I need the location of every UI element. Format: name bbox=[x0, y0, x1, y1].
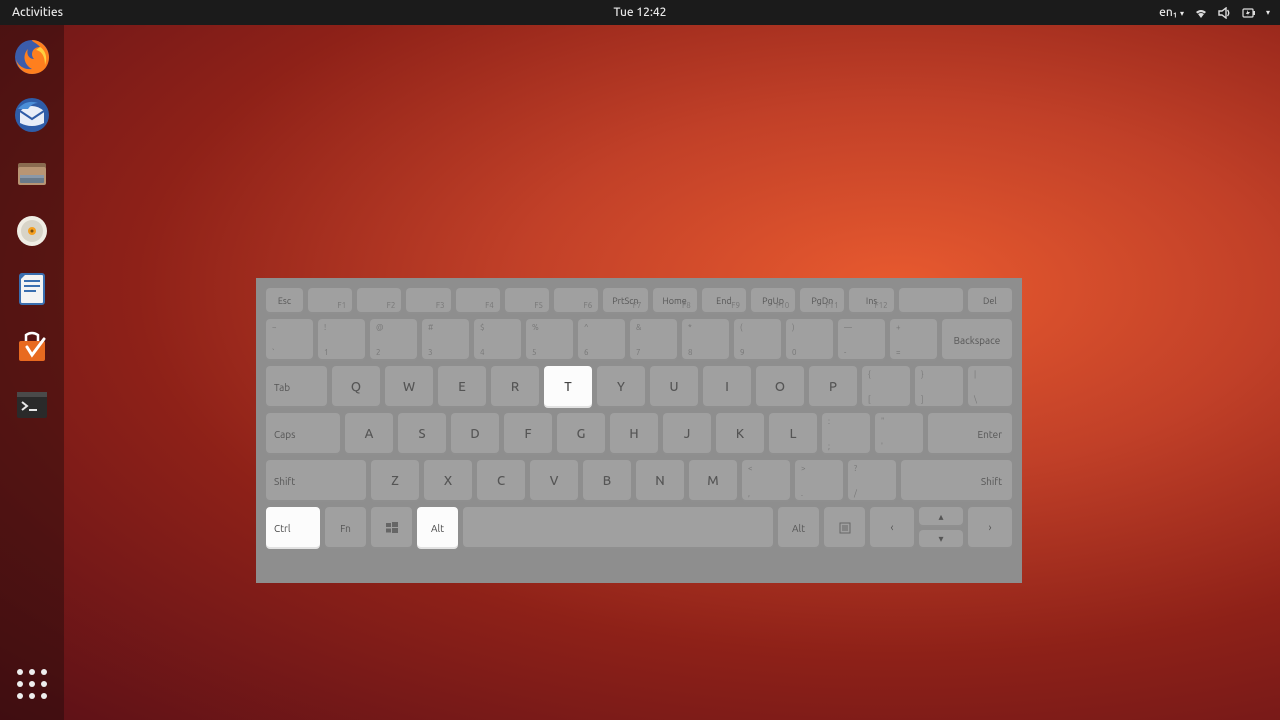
key-shift[interactable]: Shift bbox=[901, 460, 1012, 502]
dock bbox=[0, 25, 64, 720]
input-source[interactable]: en₁ ▾ bbox=[1159, 6, 1184, 19]
activities-button[interactable]: Activities bbox=[0, 6, 75, 19]
key-r[interactable]: R bbox=[491, 366, 539, 408]
key-del[interactable]: Del bbox=[968, 288, 1012, 314]
key-prtscn[interactable]: PrtScnF7 bbox=[603, 288, 647, 314]
key-backspace[interactable]: Backspace bbox=[942, 319, 1012, 361]
top-bar: Activities Tue 12:42 en₁ ▾ ▾ bbox=[0, 0, 1280, 25]
key-r0[interactable] bbox=[899, 288, 963, 314]
wifi-icon bbox=[1194, 7, 1208, 19]
dock-firefox[interactable] bbox=[10, 35, 54, 79]
key-5[interactable]: %5 bbox=[526, 319, 573, 361]
key-1[interactable]: !1 bbox=[318, 319, 365, 361]
key-end[interactable]: EndF9 bbox=[702, 288, 746, 314]
key-r5[interactable] bbox=[824, 507, 865, 549]
key-arrow-down[interactable]: ▾ bbox=[919, 530, 963, 550]
key-tab[interactable]: Tab bbox=[266, 366, 327, 408]
key-z[interactable]: Z bbox=[371, 460, 419, 502]
key-i[interactable]: I bbox=[703, 366, 751, 408]
key-pgup[interactable]: PgUpF10 bbox=[751, 288, 795, 314]
key-6[interactable]: ^6 bbox=[578, 319, 625, 361]
key-[interactable]: —- bbox=[838, 319, 885, 361]
battery-icon bbox=[1242, 7, 1256, 19]
key-7[interactable]: &7 bbox=[630, 319, 677, 361]
key-alt[interactable]: Alt bbox=[417, 507, 458, 549]
key-[interactable]: › bbox=[968, 507, 1012, 549]
dock-writer[interactable] bbox=[10, 267, 54, 311]
key-[interactable]: ‹ bbox=[870, 507, 914, 549]
key-s[interactable]: S bbox=[398, 413, 446, 455]
key-l[interactable]: L bbox=[769, 413, 817, 455]
key-y[interactable]: Y bbox=[597, 366, 645, 408]
key-e[interactable]: E bbox=[438, 366, 486, 408]
key-g[interactable]: G bbox=[557, 413, 605, 455]
key-n[interactable]: N bbox=[636, 460, 684, 502]
key-p[interactable]: P bbox=[809, 366, 857, 408]
key-fn[interactable]: Fn bbox=[325, 507, 366, 549]
key-r0[interactable]: F4 bbox=[456, 288, 500, 314]
key-shift[interactable]: Shift bbox=[266, 460, 366, 502]
clock[interactable]: Tue 12:42 bbox=[614, 6, 667, 19]
key-u[interactable]: U bbox=[650, 366, 698, 408]
key-r0[interactable]: F2 bbox=[357, 288, 401, 314]
key-pgdn[interactable]: PgDnF11 bbox=[800, 288, 844, 314]
key-[interactable]: }] bbox=[915, 366, 963, 408]
key-[interactable]: :; bbox=[822, 413, 870, 455]
key-a[interactable]: A bbox=[345, 413, 393, 455]
key-x[interactable]: X bbox=[424, 460, 472, 502]
key-alt[interactable]: Alt bbox=[778, 507, 819, 549]
key-f[interactable]: F bbox=[504, 413, 552, 455]
key-arrow-up[interactable]: ▴ bbox=[919, 507, 963, 527]
key-8[interactable]: *8 bbox=[682, 319, 729, 361]
key-[interactable]: {[ bbox=[862, 366, 910, 408]
key-[interactable]: "' bbox=[875, 413, 923, 455]
key-[interactable]: >. bbox=[795, 460, 843, 502]
key-[interactable]: += bbox=[890, 319, 937, 361]
status-area[interactable]: en₁ ▾ ▾ bbox=[1159, 6, 1280, 19]
key-q[interactable]: Q bbox=[332, 366, 380, 408]
key-k[interactable]: K bbox=[716, 413, 764, 455]
key-j[interactable]: J bbox=[663, 413, 711, 455]
key-r0[interactable]: F6 bbox=[554, 288, 598, 314]
chevron-down-icon: ▾ bbox=[1266, 8, 1270, 17]
dock-files[interactable] bbox=[10, 151, 54, 195]
key-3[interactable]: #3 bbox=[422, 319, 469, 361]
key-r5[interactable] bbox=[463, 507, 773, 549]
key-b[interactable]: B bbox=[583, 460, 631, 502]
volume-icon bbox=[1218, 7, 1232, 19]
key-2[interactable]: @2 bbox=[370, 319, 417, 361]
key-0[interactable]: )0 bbox=[786, 319, 833, 361]
key-r5[interactable] bbox=[371, 507, 412, 549]
key-home[interactable]: HomeF8 bbox=[653, 288, 697, 314]
key-c[interactable]: C bbox=[477, 460, 525, 502]
show-applications[interactable] bbox=[10, 662, 54, 706]
key-v[interactable]: V bbox=[530, 460, 578, 502]
key-m[interactable]: M bbox=[689, 460, 737, 502]
key-enter[interactable]: Enter bbox=[928, 413, 1012, 455]
key-ins[interactable]: InsF12 bbox=[849, 288, 893, 314]
key-r0[interactable]: F1 bbox=[308, 288, 352, 314]
key-ctrl[interactable]: Ctrl bbox=[266, 507, 320, 549]
key-[interactable]: |\ bbox=[968, 366, 1012, 408]
key-9[interactable]: (9 bbox=[734, 319, 781, 361]
key-caps[interactable]: Caps bbox=[266, 413, 340, 455]
key-r0[interactable]: F5 bbox=[505, 288, 549, 314]
onscreen-keyboard: EscF1F2F3F4F5F6PrtScnF7HomeF8EndF9PgUpF1… bbox=[256, 278, 1022, 583]
key-t[interactable]: T bbox=[544, 366, 592, 408]
key-[interactable]: ?/ bbox=[848, 460, 896, 502]
dock-thunderbird[interactable] bbox=[10, 93, 54, 137]
key-4[interactable]: $4 bbox=[474, 319, 521, 361]
key-h[interactable]: H bbox=[610, 413, 658, 455]
key-d[interactable]: D bbox=[451, 413, 499, 455]
dock-software[interactable] bbox=[10, 325, 54, 369]
key-r0[interactable]: F3 bbox=[406, 288, 450, 314]
key-w[interactable]: W bbox=[385, 366, 433, 408]
key-[interactable]: ~` bbox=[266, 319, 313, 361]
key-[interactable]: <, bbox=[742, 460, 790, 502]
dock-terminal[interactable] bbox=[10, 383, 54, 427]
key-o[interactable]: O bbox=[756, 366, 804, 408]
dock-rhythmbox[interactable] bbox=[10, 209, 54, 253]
key-esc[interactable]: Esc bbox=[266, 288, 303, 314]
